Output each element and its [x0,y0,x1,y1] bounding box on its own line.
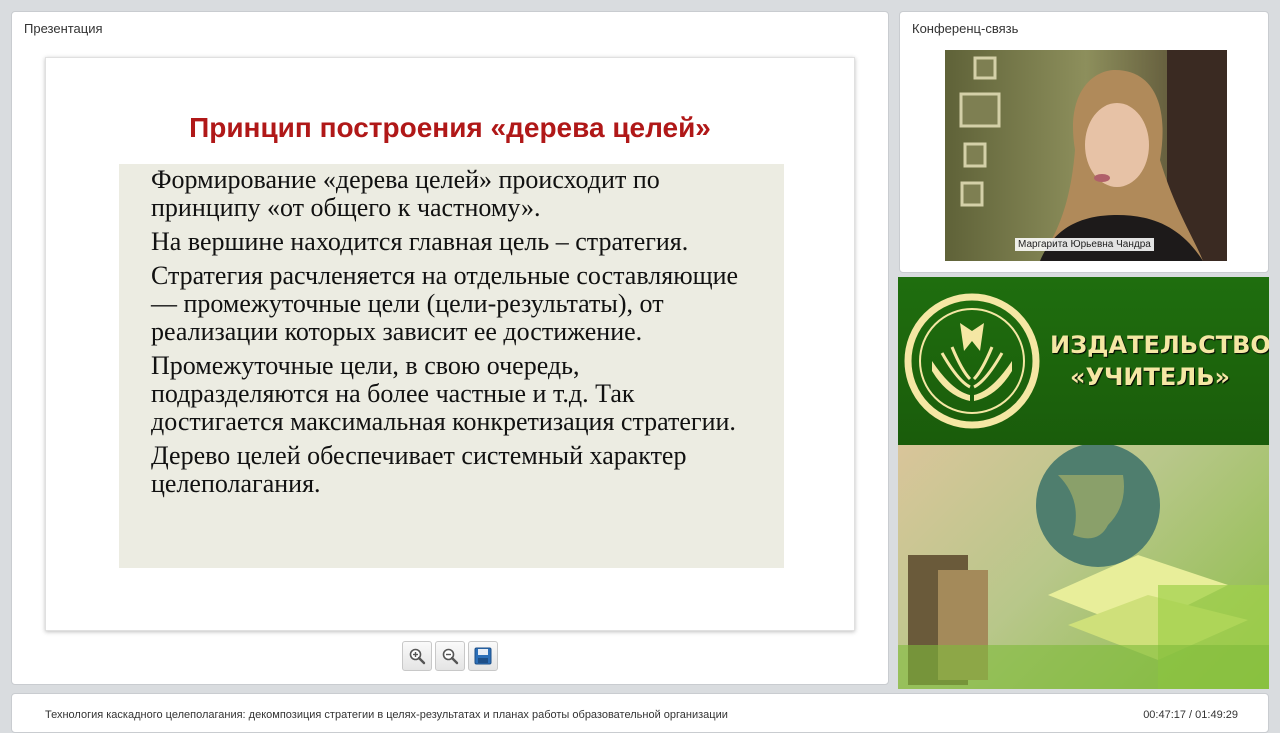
slide-paragraph: Промежуточные цели, в свою очередь, подр… [151,351,736,436]
books-globe-image [898,443,1269,689]
slide-paragraph: Дерево целей обеспечивает системный хара… [151,441,687,498]
conference-panel: Конференц-связь Маргарита Юрьевна Чандра [899,11,1269,273]
save-icon [474,647,492,665]
presentation-panel-title: Презентация [24,21,103,36]
publisher-name: ИЗДАТЕЛЬСТВО «УЧИТЕЛЬ» [1050,329,1269,393]
banner-header: ИЗДАТЕЛЬСТВО «УЧИТЕЛЬ» [898,277,1269,445]
webinar-title: Технология каскадного целеполагания: дек… [45,709,728,721]
conference-panel-title: Конференц-связь [912,21,1019,36]
footer-bar: Технология каскадного целеполагания: дек… [11,693,1269,733]
publisher-name-line1: ИЗДАТЕЛЬСТВО [1050,331,1269,359]
speaker-name-label: Маргарита Юрьевна Чандра [1015,238,1154,251]
slide: Принцип построения «дерева целей» Формир… [45,57,855,631]
presentation-panel: Презентация Принцип построения «дерева ц… [11,11,889,685]
slide-title: Принцип построения «дерева целей» [189,112,711,143]
save-button[interactable] [468,641,498,671]
zoom-out-button[interactable] [435,641,465,671]
speaker-video: Маргарита Юрьевна Чандра [945,50,1227,261]
publisher-name-line2: «УЧИТЕЛЬ» [1070,363,1230,391]
publisher-banner[interactable]: ИЗДАТЕЛЬСТВО «УЧИТЕЛЬ» [898,277,1269,689]
slide-paragraph: На вершине находится главная цель – стра… [151,227,689,256]
video-scene [945,50,1227,261]
slide-paragraph: Стратегия расчленяется на отдельные сост… [151,261,739,346]
playback-time: 00:47:17 / 01:49:29 [1143,709,1238,721]
zoom-out-icon [442,648,459,665]
zoom-in-button[interactable] [402,641,432,671]
slide-toolbar [402,641,498,671]
slide-paragraph: Формирование «дерева целей» происходит п… [151,165,660,222]
publisher-logo-icon [904,293,1040,429]
slide-text-list: Формирование «дерева целей» происходит п… [151,166,761,504]
slide-content-box: Формирование «дерева целей» происходит п… [119,164,784,568]
banner-photo [898,443,1269,689]
zoom-in-icon [409,648,426,665]
